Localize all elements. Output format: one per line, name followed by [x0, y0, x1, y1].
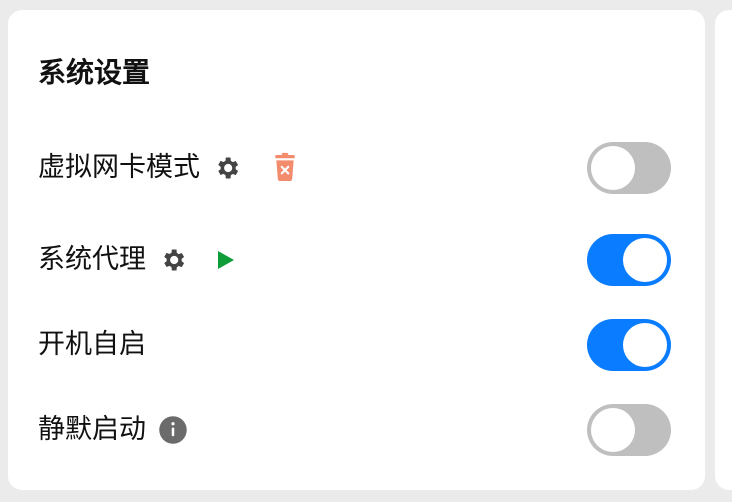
setting-label-system-proxy: 系统代理: [38, 244, 146, 275]
play-icon[interactable]: [208, 243, 242, 277]
system-settings-card: 系统设置 虚拟网卡模式 系统代理 开机自启 静默启动: [8, 10, 705, 490]
gear-icon[interactable]: [156, 243, 190, 277]
gear-icon[interactable]: [210, 151, 244, 185]
virtual-nic-toggle[interactable]: [587, 142, 671, 194]
setting-row-silent-start: 静默启动: [38, 404, 671, 456]
setting-label-autostart: 开机自启: [38, 329, 146, 360]
trash-icon[interactable]: [268, 151, 302, 185]
setting-row-autostart: 开机自启: [38, 319, 671, 371]
autostart-toggle[interactable]: [587, 319, 671, 371]
setting-row-system-proxy: 系统代理: [38, 234, 671, 286]
setting-row-virtual-nic: 虚拟网卡模式: [38, 142, 671, 194]
toggle-knob: [623, 323, 667, 367]
system-proxy-toggle[interactable]: [587, 234, 671, 286]
toggle-knob: [591, 146, 635, 190]
toggle-knob: [591, 408, 635, 452]
setting-label-virtual-nic: 虚拟网卡模式: [38, 152, 200, 183]
toggle-knob: [623, 238, 667, 282]
setting-label-silent-start: 静默启动: [38, 414, 146, 445]
silent-start-toggle[interactable]: [587, 404, 671, 456]
section-title: 系统设置: [38, 56, 151, 89]
info-icon[interactable]: [156, 413, 190, 447]
adjacent-panel: [715, 10, 732, 490]
